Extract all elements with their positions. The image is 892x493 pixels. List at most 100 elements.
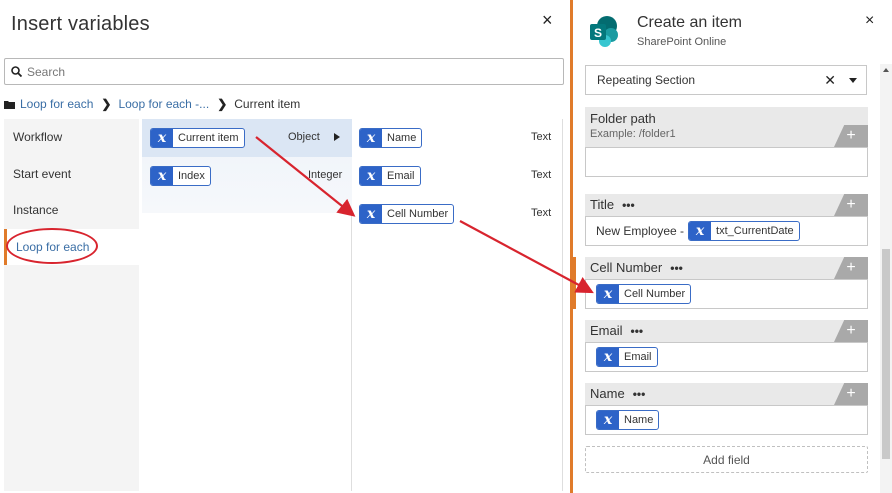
chevron-right-icon: ❯ — [101, 97, 112, 111]
variable-label: Cell Number — [387, 208, 449, 220]
variable-chip[interactable]: x Name — [596, 410, 660, 430]
variable-type: Text — [531, 207, 552, 219]
add-variable-button[interactable]: + — [834, 320, 868, 342]
variable-label: Email — [624, 351, 652, 363]
variable-row-cell-number[interactable]: x Cell Number Text — [353, 195, 563, 233]
variable-type: Text — [531, 169, 552, 181]
action-subtitle: SharePoint Online — [637, 36, 727, 48]
caret-right-icon[interactable] — [334, 133, 340, 141]
field-header: Email ••• + — [585, 320, 868, 342]
field-label: Name — [590, 386, 625, 401]
field-label: Cell Number — [590, 260, 663, 275]
cell-number-input[interactable]: x Cell Number — [585, 279, 868, 309]
field-cell-number: Cell Number ••• + x Cell Number — [573, 257, 868, 309]
variable-chip: x Email — [359, 166, 421, 186]
category-start-event[interactable]: Start event — [4, 156, 139, 193]
variable-icon: x — [360, 205, 382, 223]
variables-column-1: x Current item Object x Index Integer — [142, 119, 352, 491]
scroll-up-icon[interactable] — [883, 68, 889, 72]
add-variable-button[interactable]: + — [834, 125, 868, 147]
chevron-right-icon: ❯ — [217, 97, 228, 111]
variable-label: Email — [387, 170, 415, 182]
variable-icon: x — [597, 285, 619, 303]
variable-label: Index — [178, 170, 205, 182]
svg-text:S: S — [594, 26, 602, 40]
field-folder-path: Folder path Example: /folder1 + — [585, 107, 868, 177]
title-input[interactable]: New Employee - x txt_CurrentDate — [585, 216, 868, 246]
breadcrumb-current: Current item — [234, 97, 301, 111]
field-email: Email ••• + x Email — [585, 320, 868, 372]
more-options-icon[interactable]: ••• — [670, 261, 683, 275]
search-input[interactable] — [27, 64, 527, 79]
field-header: Title ••• + — [585, 194, 868, 216]
search-icon — [11, 66, 22, 77]
variable-chip[interactable]: x Email — [596, 347, 658, 367]
field-hint: Example: /folder1 — [590, 128, 676, 140]
variable-chip: x Index — [150, 166, 211, 186]
scrollbar[interactable] — [880, 64, 892, 493]
action-header: S Create an item SharePoint Online × — [573, 0, 892, 60]
action-config-panel: S Create an item SharePoint Online × Rep… — [570, 0, 892, 493]
clear-icon[interactable]: ✕ — [824, 72, 836, 89]
folder-icon — [4, 100, 15, 109]
email-input[interactable]: x Email — [585, 342, 868, 372]
variable-icon: x — [597, 348, 619, 366]
variable-row-current-item[interactable]: x Current item Object — [142, 119, 352, 157]
variables-column-2: x Name Text x Email Text x Cell Number T… — [353, 119, 563, 491]
variable-icon: x — [689, 222, 712, 240]
field-header: Cell Number ••• + — [585, 257, 868, 279]
field-title: Title ••• + New Employee - x txt_CurrentD… — [585, 194, 868, 246]
folder-path-input[interactable] — [585, 147, 868, 177]
variable-label: Name — [624, 414, 654, 426]
field-header: Name ••• + — [585, 383, 868, 405]
name-input[interactable]: x Name — [585, 405, 868, 435]
more-options-icon[interactable]: ••• — [633, 387, 646, 401]
variable-type: Text — [531, 131, 552, 143]
add-variable-button[interactable]: + — [834, 383, 868, 405]
chevron-down-icon[interactable] — [849, 78, 857, 83]
add-variable-button[interactable]: + — [834, 257, 868, 279]
more-options-icon[interactable]: ••• — [631, 324, 644, 338]
category-workflow[interactable]: Workflow — [4, 119, 139, 156]
variable-chip: x Name — [359, 128, 423, 148]
repeating-section-select[interactable]: Repeating Section ✕ — [585, 65, 867, 95]
variable-row-name[interactable]: x Name Text — [353, 119, 563, 157]
add-field-button[interactable]: Add field — [585, 446, 868, 473]
category-list: Workflow Start event Instance Loop for e… — [4, 119, 139, 491]
field-text: New Employee - — [596, 224, 685, 238]
add-variable-button[interactable]: + — [834, 194, 868, 216]
category-loop-for-each[interactable]: Loop for each — [4, 228, 139, 265]
field-name: Name ••• + x Name — [585, 383, 868, 435]
variable-icon: x — [151, 129, 173, 147]
variable-label: Name — [387, 132, 417, 144]
field-label: Folder path — [590, 111, 656, 126]
variable-chip[interactable]: x txt_CurrentDate — [688, 221, 800, 241]
category-instance[interactable]: Instance — [4, 192, 139, 229]
variable-label: txt_CurrentDate — [716, 225, 794, 237]
more-options-icon[interactable]: ••• — [622, 198, 635, 212]
variable-row-email[interactable]: x Email Text — [353, 157, 563, 195]
variable-chip[interactable]: x Cell Number — [596, 284, 692, 304]
action-title: Create an item — [637, 14, 742, 31]
breadcrumb-link-loop[interactable]: Loop for each — [20, 97, 93, 111]
variable-icon: x — [151, 167, 173, 185]
field-label: Title — [590, 197, 615, 212]
breadcrumb-link-loop-item[interactable]: Loop for each -... — [118, 97, 209, 111]
field-label: Email — [590, 323, 623, 338]
search-box[interactable] — [4, 58, 564, 85]
variable-chip: x Cell Number — [359, 204, 455, 224]
breadcrumb: Loop for each ❯ Loop for each -... ❯ Cur… — [4, 96, 300, 112]
variable-chip: x Current item — [150, 128, 245, 148]
variable-icon: x — [597, 411, 619, 429]
variable-label: Cell Number — [624, 288, 686, 300]
variable-type: Integer — [308, 169, 343, 181]
variable-icon: x — [360, 129, 382, 147]
close-icon[interactable]: × — [542, 10, 553, 31]
variable-type: Object — [288, 131, 320, 143]
field-header: Folder path Example: /folder1 + — [585, 107, 868, 147]
close-icon[interactable]: × — [865, 12, 874, 30]
sharepoint-icon: S — [590, 16, 618, 47]
scrollbar-thumb[interactable] — [882, 249, 890, 459]
variable-row-index[interactable]: x Index Integer — [142, 157, 352, 195]
variable-label: Current item — [178, 132, 239, 144]
